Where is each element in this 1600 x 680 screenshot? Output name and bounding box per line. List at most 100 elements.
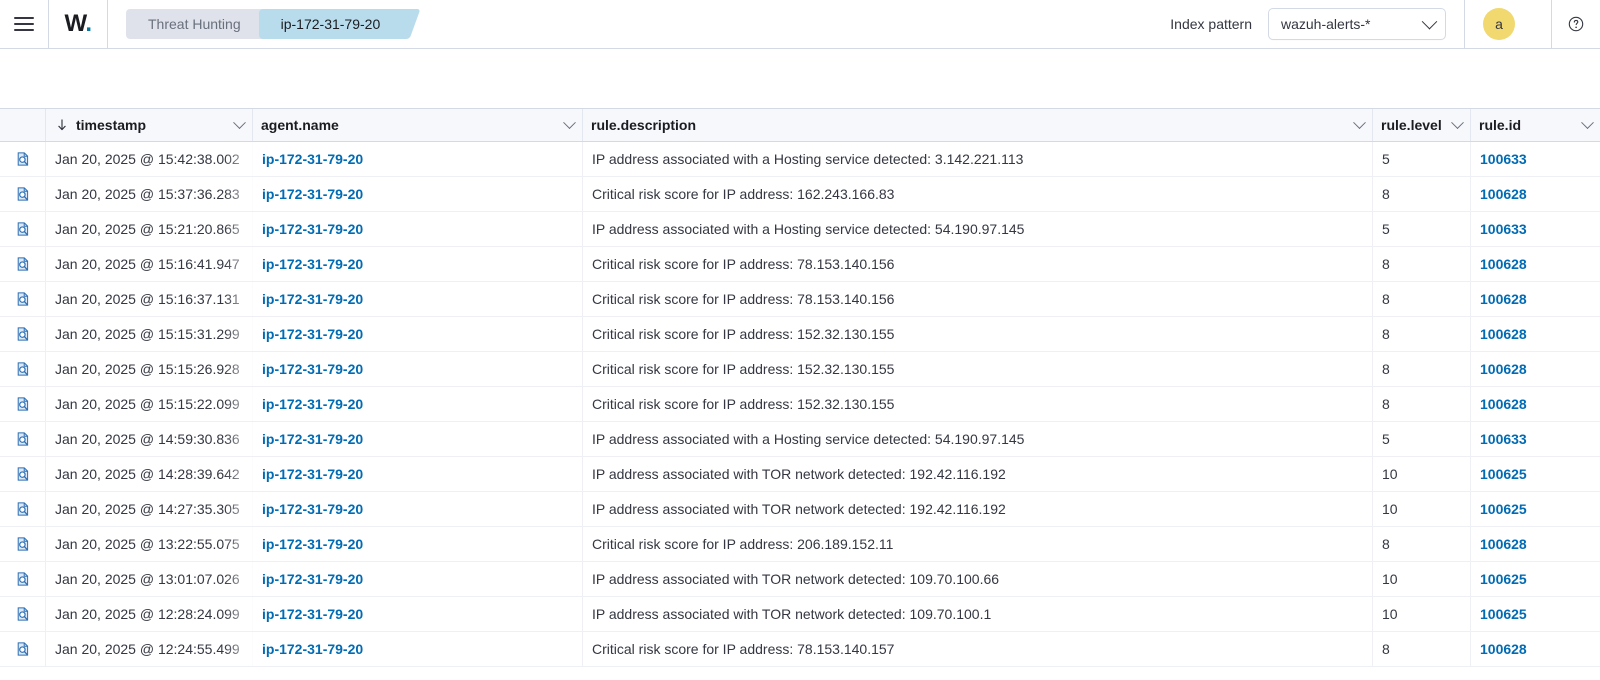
breadcrumb-item-threat-hunting[interactable]: Threat Hunting	[126, 9, 269, 39]
expand-row-button[interactable]	[0, 177, 46, 211]
table-row[interactable]: Jan 20, 2025 @ 15:37:36.283 ip-172-31-79…	[0, 177, 1600, 212]
breadcrumb-label: ip-172-31-79-20	[280, 16, 381, 32]
agent-name-link[interactable]: ip-172-31-79-20	[262, 536, 363, 552]
expand-row-button[interactable]	[0, 527, 46, 561]
table-row[interactable]: Jan 20, 2025 @ 12:24:55.499 ip-172-31-79…	[0, 632, 1600, 667]
expand-row-button[interactable]	[0, 422, 46, 456]
inspect-document-icon	[17, 607, 28, 621]
rule-id-link[interactable]: 100628	[1480, 641, 1527, 657]
expand-row-button[interactable]	[0, 352, 46, 386]
table-row[interactable]: Jan 20, 2025 @ 13:22:55.075 ip-172-31-79…	[0, 527, 1600, 562]
table-row[interactable]: Jan 20, 2025 @ 15:15:31.299 ip-172-31-79…	[0, 317, 1600, 352]
agent-name-link[interactable]: ip-172-31-79-20	[262, 466, 363, 482]
table-row[interactable]: Jan 20, 2025 @ 15:16:37.131 ip-172-31-79…	[0, 282, 1600, 317]
table-row[interactable]: Jan 20, 2025 @ 15:21:20.865 ip-172-31-79…	[0, 212, 1600, 247]
rule-id-link[interactable]: 100628	[1480, 186, 1527, 202]
expand-row-button[interactable]	[0, 317, 46, 351]
avatar[interactable]: a	[1483, 8, 1515, 40]
chevron-down-icon[interactable]	[1581, 115, 1594, 129]
agent-name-link[interactable]: ip-172-31-79-20	[262, 641, 363, 657]
agent-name-link[interactable]: ip-172-31-79-20	[262, 501, 363, 517]
question-circle-icon	[1568, 16, 1584, 32]
agent-name-link[interactable]: ip-172-31-79-20	[262, 571, 363, 587]
inspect-document-icon	[17, 257, 28, 271]
agent-name-link[interactable]: ip-172-31-79-20	[262, 606, 363, 622]
sort-down-arrow-icon	[58, 119, 66, 131]
table-row[interactable]: Jan 20, 2025 @ 14:28:39.642 ip-172-31-79…	[0, 457, 1600, 492]
rule-id-link[interactable]: 100628	[1480, 256, 1527, 272]
agent-name-link[interactable]: ip-172-31-79-20	[262, 326, 363, 342]
table-row[interactable]: Jan 20, 2025 @ 15:16:41.947 ip-172-31-79…	[0, 247, 1600, 282]
hamburger-menu-button[interactable]	[0, 0, 48, 48]
cell-timestamp: Jan 20, 2025 @ 14:28:39.642	[46, 457, 253, 491]
table-row[interactable]: Jan 20, 2025 @ 14:59:30.836 ip-172-31-79…	[0, 422, 1600, 457]
inspect-document-icon	[17, 187, 28, 201]
table-row[interactable]: Jan 20, 2025 @ 14:27:35.305 ip-172-31-79…	[0, 492, 1600, 527]
cell-rule-description: IP address associated with TOR network d…	[583, 457, 1373, 491]
cell-rule-description: Critical risk score for IP address: 152.…	[583, 317, 1373, 351]
chevron-down-icon[interactable]	[1353, 115, 1366, 129]
help-button[interactable]	[1552, 0, 1600, 49]
index-pattern-select[interactable]: wazuh-alerts-*	[1268, 8, 1446, 40]
wazuh-logo-button[interactable]: W.	[49, 0, 107, 49]
rule-id-link[interactable]: 100633	[1480, 431, 1527, 447]
breadcrumb-item-agent[interactable]: ip-172-31-79-20	[258, 9, 409, 39]
column-header-agent-name[interactable]: agent.name	[253, 109, 583, 141]
cell-timestamp: Jan 20, 2025 @ 15:37:36.283	[46, 177, 253, 211]
cell-timestamp: Jan 20, 2025 @ 15:16:41.947	[46, 247, 253, 281]
chevron-down-icon[interactable]	[233, 115, 246, 129]
expand-row-button[interactable]	[0, 492, 46, 526]
expand-row-button[interactable]	[0, 247, 46, 281]
agent-name-link[interactable]: ip-172-31-79-20	[262, 256, 363, 272]
rule-id-link[interactable]: 100628	[1480, 396, 1527, 412]
agent-name-link[interactable]: ip-172-31-79-20	[262, 291, 363, 307]
agent-name-link[interactable]: ip-172-31-79-20	[262, 186, 363, 202]
chevron-down-icon[interactable]	[1451, 115, 1464, 129]
agent-name-link[interactable]: ip-172-31-79-20	[262, 396, 363, 412]
cell-agent-name: ip-172-31-79-20	[253, 527, 583, 561]
inspect-document-icon	[17, 222, 28, 236]
header-divider-2	[107, 0, 108, 49]
cell-rule-id: 100628	[1471, 247, 1600, 281]
agent-name-link[interactable]: ip-172-31-79-20	[262, 431, 363, 447]
column-header-timestamp[interactable]: timestamp	[46, 109, 253, 141]
column-header-rule-id[interactable]: rule.id	[1471, 109, 1600, 141]
rule-id-link[interactable]: 100628	[1480, 361, 1527, 377]
expand-row-button[interactable]	[0, 632, 46, 666]
chevron-down-icon[interactable]	[563, 115, 576, 129]
cell-agent-name: ip-172-31-79-20	[253, 212, 583, 246]
column-header-rule-description[interactable]: rule.description	[583, 109, 1373, 141]
rule-id-link[interactable]: 100633	[1480, 151, 1527, 167]
table-row[interactable]: Jan 20, 2025 @ 15:15:22.099 ip-172-31-79…	[0, 387, 1600, 422]
table-row[interactable]: Jan 20, 2025 @ 13:01:07.026 ip-172-31-79…	[0, 562, 1600, 597]
cell-agent-name: ip-172-31-79-20	[253, 282, 583, 316]
logo-dot: .	[85, 10, 92, 37]
cell-rule-id: 100628	[1471, 527, 1600, 561]
table-row[interactable]: Jan 20, 2025 @ 15:15:26.928 ip-172-31-79…	[0, 352, 1600, 387]
expand-row-button[interactable]	[0, 597, 46, 631]
cell-rule-id: 100628	[1471, 282, 1600, 316]
table-row[interactable]: Jan 20, 2025 @ 15:42:38.002 ip-172-31-79…	[0, 142, 1600, 177]
expand-row-button[interactable]	[0, 562, 46, 596]
rule-id-link[interactable]: 100625	[1480, 571, 1527, 587]
cell-rule-level: 8	[1373, 177, 1471, 211]
agent-name-link[interactable]: ip-172-31-79-20	[262, 361, 363, 377]
hamburger-menu-icon	[14, 17, 34, 31]
column-header-rule-level[interactable]: rule.level	[1373, 109, 1471, 141]
cell-rule-id: 100625	[1471, 597, 1600, 631]
rule-id-link[interactable]: 100628	[1480, 326, 1527, 342]
agent-name-link[interactable]: ip-172-31-79-20	[262, 221, 363, 237]
agent-name-link[interactable]: ip-172-31-79-20	[262, 151, 363, 167]
rule-id-link[interactable]: 100633	[1480, 221, 1527, 237]
expand-row-button[interactable]	[0, 282, 46, 316]
rule-id-link[interactable]: 100625	[1480, 606, 1527, 622]
rule-id-link[interactable]: 100628	[1480, 536, 1527, 552]
rule-id-link[interactable]: 100625	[1480, 501, 1527, 517]
table-row[interactable]: Jan 20, 2025 @ 12:28:24.099 ip-172-31-79…	[0, 597, 1600, 632]
rule-id-link[interactable]: 100625	[1480, 466, 1527, 482]
expand-row-button[interactable]	[0, 212, 46, 246]
expand-row-button[interactable]	[0, 387, 46, 421]
rule-id-link[interactable]: 100628	[1480, 291, 1527, 307]
expand-row-button[interactable]	[0, 142, 46, 176]
expand-row-button[interactable]	[0, 457, 46, 491]
